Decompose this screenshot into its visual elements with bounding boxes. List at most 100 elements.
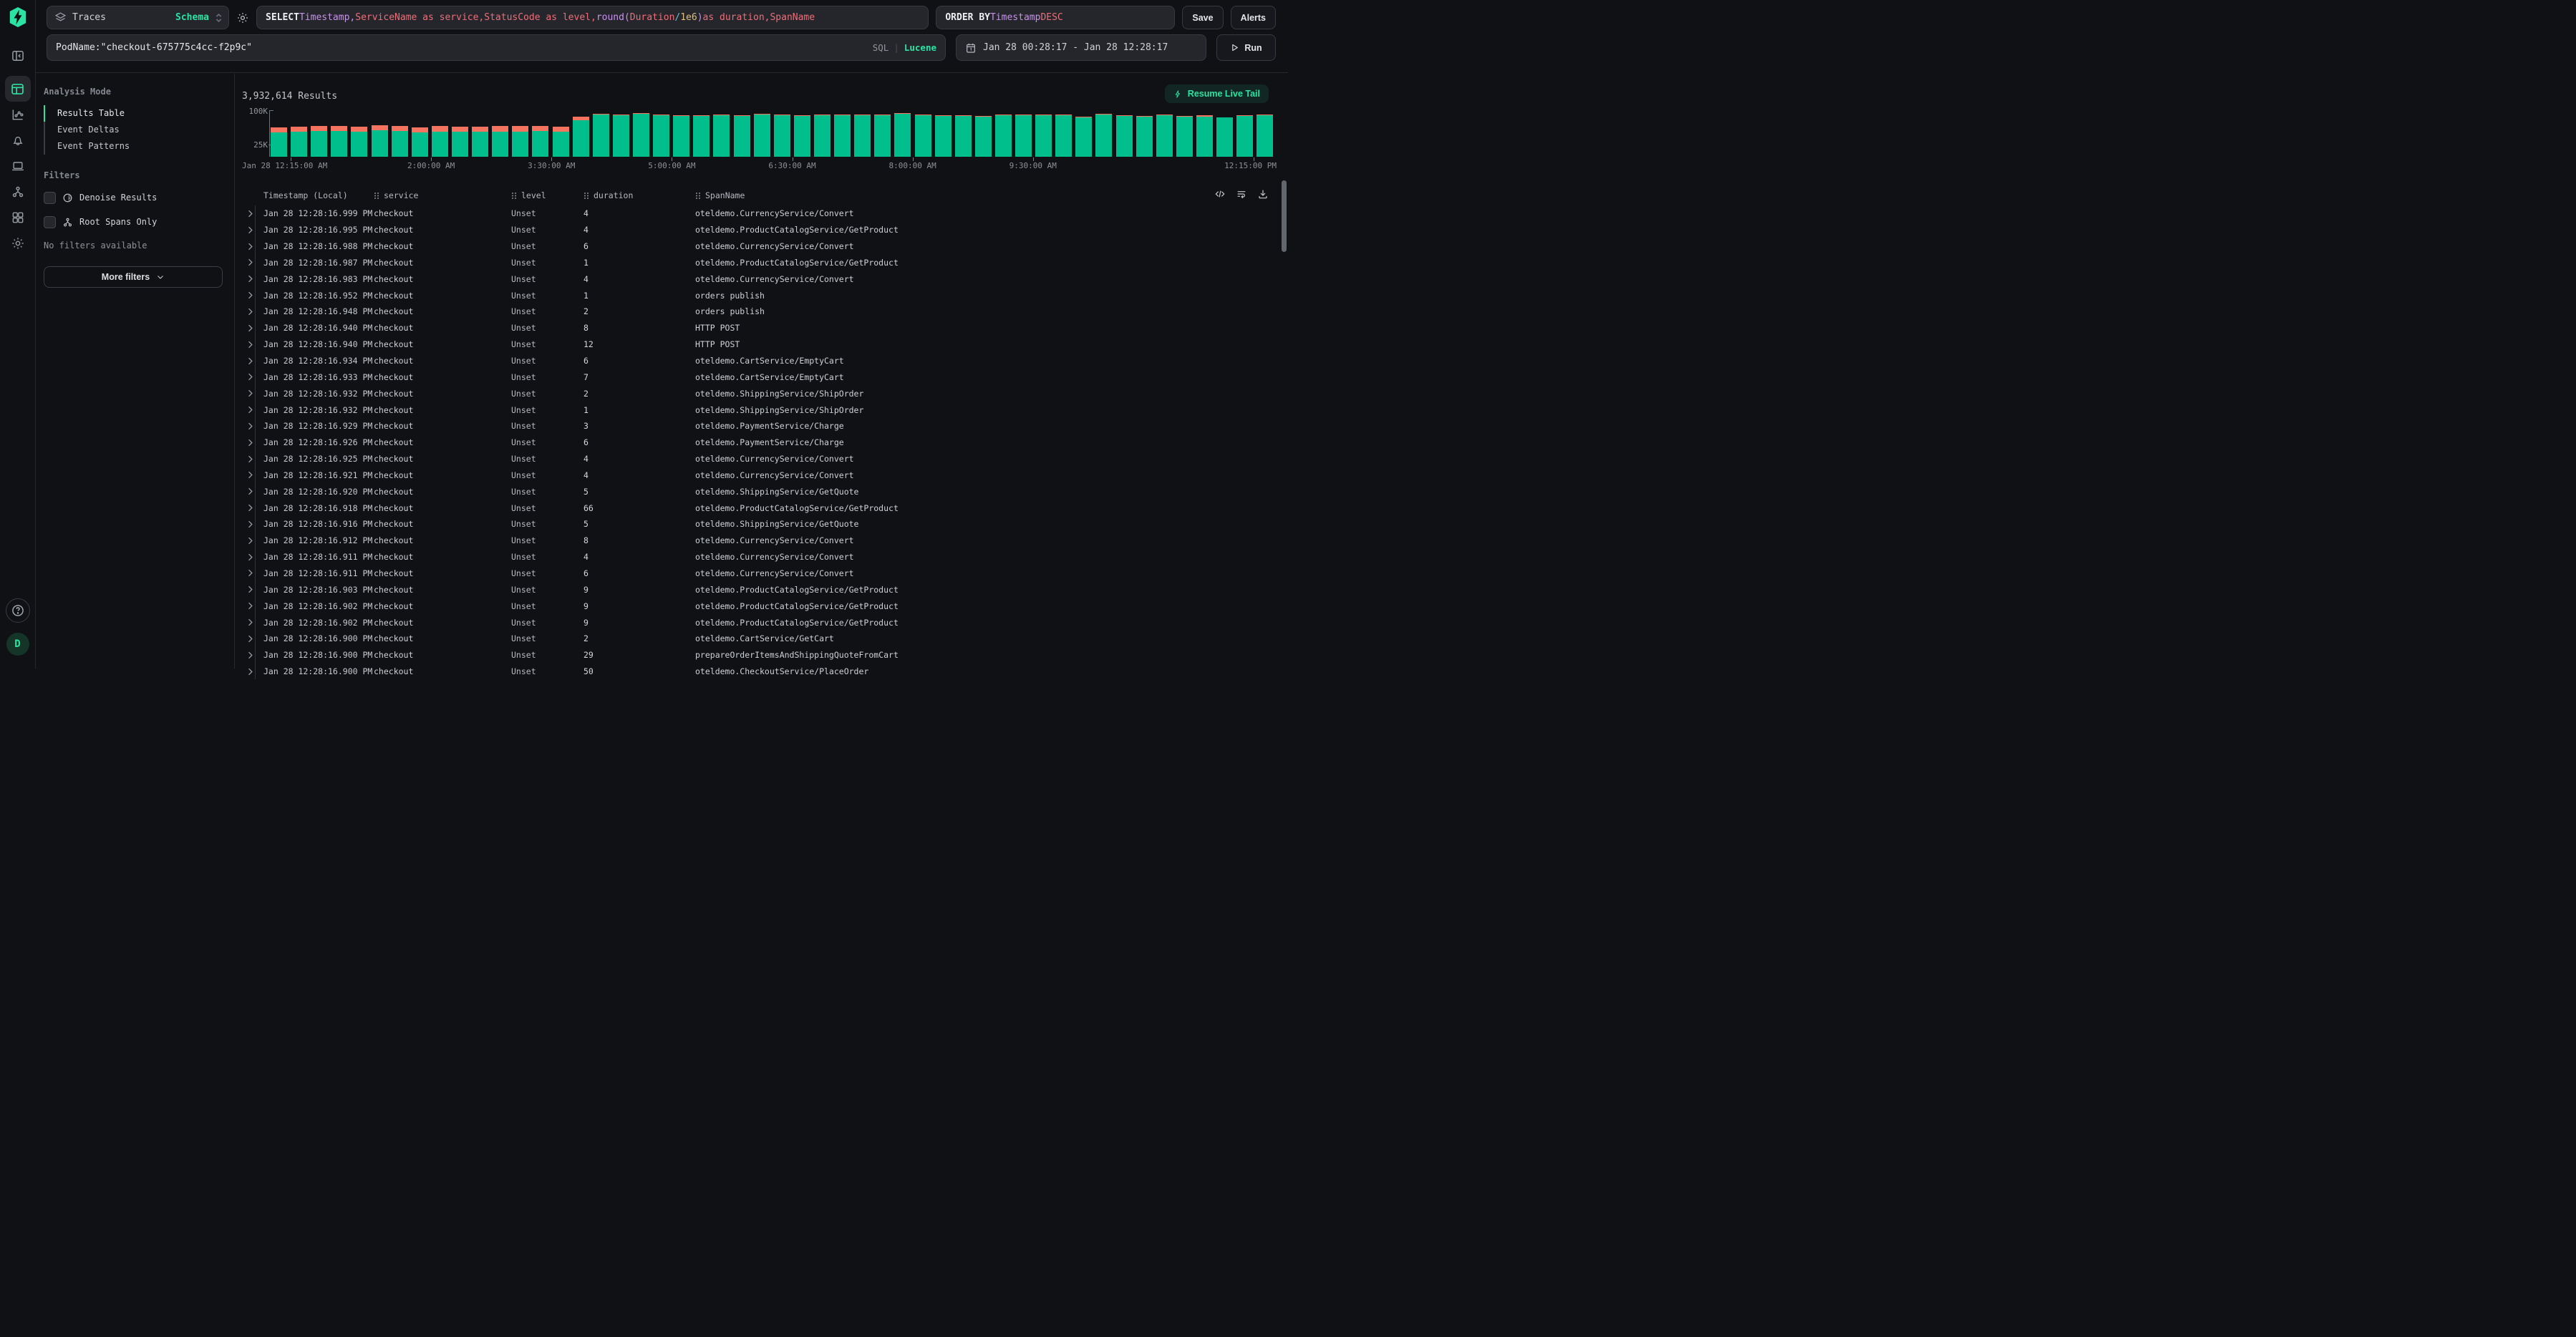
expand-row-icon[interactable] — [247, 258, 253, 266]
table-row[interactable]: Jan 28 12:28:16.920 PMcheckoutUnset5otel… — [242, 483, 1277, 500]
language-toggle[interactable]: SQL | Lucene — [873, 42, 936, 53]
expand-row-icon[interactable] — [247, 275, 253, 283]
table-row[interactable]: Jan 28 12:28:16.999 PMcheckoutUnset4otel… — [242, 205, 1277, 222]
language-sql-option[interactable]: SQL — [873, 42, 889, 53]
row-expander[interactable] — [242, 238, 256, 255]
row-expander[interactable] — [242, 385, 256, 402]
row-expander[interactable] — [242, 402, 256, 418]
expand-row-icon[interactable] — [247, 651, 253, 659]
row-expander[interactable] — [242, 598, 256, 614]
table-row[interactable]: Jan 28 12:28:16.900 PMcheckoutUnset50ote… — [242, 663, 1277, 680]
table-row[interactable]: Jan 28 12:28:16.902 PMcheckoutUnset9otel… — [242, 598, 1277, 614]
expand-row-icon[interactable] — [247, 602, 253, 610]
nav-dashboards-icon[interactable] — [5, 205, 31, 230]
source-select[interactable]: Traces Schema — [47, 6, 229, 29]
row-expander[interactable] — [242, 451, 256, 467]
table-row[interactable]: Jan 28 12:28:16.987 PMcheckoutUnset1otel… — [242, 255, 1277, 271]
table-row[interactable]: Jan 28 12:28:16.940 PMcheckoutUnset12HTT… — [242, 336, 1277, 353]
expand-row-icon[interactable] — [247, 487, 253, 495]
row-expander[interactable] — [242, 581, 256, 598]
row-expander[interactable] — [242, 614, 256, 631]
nav-results-table-icon[interactable] — [5, 76, 31, 102]
expand-row-icon[interactable] — [247, 406, 253, 414]
nav-service-map-icon[interactable] — [5, 179, 31, 205]
table-row[interactable]: Jan 28 12:28:16.925 PMcheckoutUnset4otel… — [242, 451, 1277, 467]
table-row[interactable]: Jan 28 12:28:16.983 PMcheckoutUnset4otel… — [242, 271, 1277, 287]
row-expander[interactable] — [242, 533, 256, 549]
row-expander[interactable] — [242, 500, 256, 516]
save-button[interactable]: Save — [1182, 6, 1223, 29]
wrap-lines-icon[interactable] — [1236, 188, 1247, 200]
row-expander[interactable] — [242, 320, 256, 336]
root-spans-only-checkbox[interactable] — [44, 216, 56, 228]
expand-row-icon[interactable] — [247, 455, 253, 463]
row-expander[interactable] — [242, 631, 256, 647]
root-spans-only-toggle[interactable]: Root Spans Only — [44, 213, 223, 230]
row-expander[interactable] — [242, 647, 256, 663]
expand-row-icon[interactable] — [247, 341, 253, 349]
row-expander[interactable] — [242, 467, 256, 484]
nav-chart-explorer-icon[interactable] — [5, 102, 31, 127]
expand-row-icon[interactable] — [247, 668, 253, 676]
table-row[interactable]: Jan 28 12:28:16.932 PMcheckoutUnset2otel… — [242, 385, 1277, 402]
table-row[interactable]: Jan 28 12:28:16.903 PMcheckoutUnset9otel… — [242, 581, 1277, 598]
row-expander[interactable] — [242, 287, 256, 303]
row-expander[interactable] — [242, 549, 256, 565]
analysis-mode-event-deltas[interactable]: Event Deltas — [44, 122, 223, 138]
table-row[interactable]: Jan 28 12:28:16.911 PMcheckoutUnset6otel… — [242, 565, 1277, 582]
table-row[interactable]: Jan 28 12:28:16.929 PMcheckoutUnset3otel… — [242, 418, 1277, 434]
user-avatar[interactable]: D — [6, 633, 29, 656]
row-expander[interactable] — [242, 369, 256, 385]
order-by-editor[interactable]: ORDER BY Timestamp DESC — [936, 6, 1175, 29]
date-range-picker[interactable]: Jan 28 00:28:17 - Jan 28 12:28:17 — [956, 34, 1206, 61]
more-filters-button[interactable]: More filters — [44, 266, 223, 288]
run-button[interactable]: Run — [1216, 34, 1276, 61]
analysis-mode-event-patterns[interactable]: Event Patterns — [44, 138, 223, 155]
expand-row-icon[interactable] — [247, 324, 253, 332]
expand-row-icon[interactable] — [247, 635, 253, 643]
expand-row-icon[interactable] — [247, 618, 253, 626]
nav-client-sessions-icon[interactable] — [5, 153, 31, 179]
expand-row-icon[interactable] — [247, 471, 253, 479]
table-row[interactable]: Jan 28 12:28:16.902 PMcheckoutUnset9otel… — [242, 614, 1277, 631]
app-logo-icon[interactable] — [7, 6, 29, 28]
sql-select-editor[interactable]: SELECT Timestamp, ServiceName as service… — [256, 6, 929, 29]
row-expander[interactable] — [242, 222, 256, 238]
table-row[interactable]: Jan 28 12:28:16.948 PMcheckoutUnset2orde… — [242, 303, 1277, 320]
column-header-duration[interactable]: duration — [584, 190, 695, 200]
vertical-scrollbar[interactable] — [1282, 180, 1287, 252]
expand-row-icon[interactable] — [247, 569, 253, 577]
table-row[interactable]: Jan 28 12:28:16.916 PMcheckoutUnset5otel… — [242, 516, 1277, 533]
expand-row-icon[interactable] — [247, 210, 253, 218]
row-expander[interactable] — [242, 434, 256, 451]
expand-row-icon[interactable] — [247, 553, 253, 561]
search-input[interactable]: PodName:"checkout-675775c4cc-f2p9c" SQL … — [47, 34, 946, 61]
expand-row-icon[interactable] — [247, 537, 253, 545]
table-row[interactable]: Jan 28 12:28:16.918 PMcheckoutUnset66ote… — [242, 500, 1277, 516]
row-expander[interactable] — [242, 353, 256, 369]
table-row[interactable]: Jan 28 12:28:16.932 PMcheckoutUnset1otel… — [242, 402, 1277, 418]
column-header-level[interactable]: level — [511, 190, 584, 200]
download-icon[interactable] — [1257, 188, 1269, 200]
resume-live-tail-button[interactable]: Resume Live Tail — [1165, 84, 1269, 103]
expand-row-icon[interactable] — [247, 422, 253, 430]
column-header-service[interactable]: service — [374, 190, 511, 200]
table-row[interactable]: Jan 28 12:28:16.995 PMcheckoutUnset4otel… — [242, 222, 1277, 238]
table-row[interactable]: Jan 28 12:28:16.934 PMcheckoutUnset6otel… — [242, 353, 1277, 369]
expand-row-icon[interactable] — [247, 520, 253, 528]
row-expander[interactable] — [242, 303, 256, 320]
row-expander[interactable] — [242, 418, 256, 434]
nav-settings-icon[interactable] — [5, 230, 31, 256]
column-header-timestamp-local-[interactable]: Timestamp (Local) — [256, 190, 374, 200]
expand-row-icon[interactable] — [247, 585, 253, 593]
column-header-spanname[interactable]: SpanName — [695, 190, 1277, 200]
table-row[interactable]: Jan 28 12:28:16.940 PMcheckoutUnset8HTTP… — [242, 320, 1277, 336]
expand-row-icon[interactable] — [247, 357, 253, 365]
expand-row-icon[interactable] — [247, 291, 253, 299]
help-icon[interactable] — [6, 598, 30, 623]
row-expander[interactable] — [242, 271, 256, 287]
row-expander[interactable] — [242, 483, 256, 500]
table-row[interactable]: Jan 28 12:28:16.952 PMcheckoutUnset1orde… — [242, 287, 1277, 303]
table-row[interactable]: Jan 28 12:28:16.912 PMcheckoutUnset8otel… — [242, 533, 1277, 549]
row-expander[interactable] — [242, 205, 256, 222]
